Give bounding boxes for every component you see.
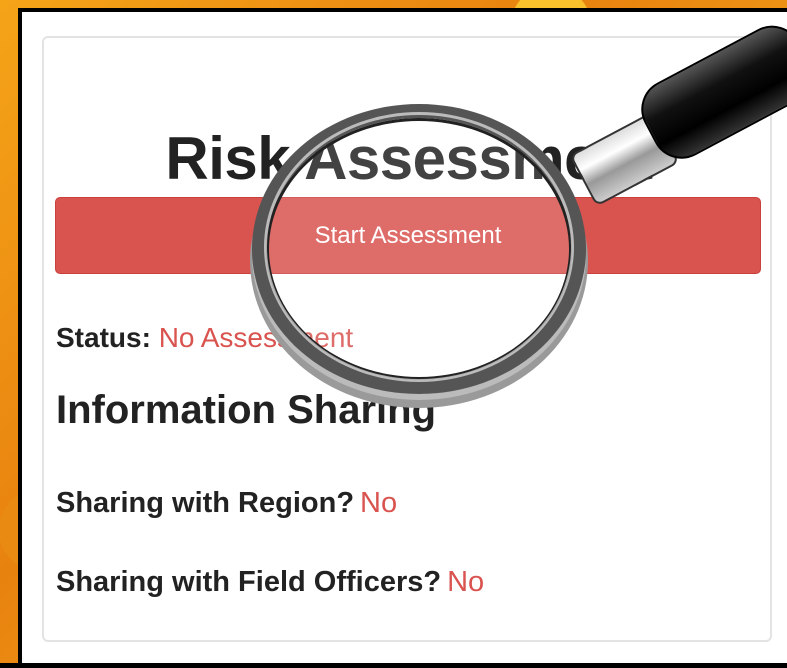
status-label: Status: [56,322,151,353]
magnifier-rim [264,112,574,382]
sharing-region-value: No [360,487,398,519]
sharing-field-officers-row: Sharing with Field Officers? No [56,566,484,599]
sharing-region-row: Sharing with Region? No [56,487,397,520]
sharing-field-officers-label: Sharing with Field Officers? [56,566,442,598]
information-sharing-heading: Information Sharing [56,388,436,432]
sharing-field-officers-value: No [447,566,485,598]
sharing-region-label: Sharing with Region? [56,487,355,519]
